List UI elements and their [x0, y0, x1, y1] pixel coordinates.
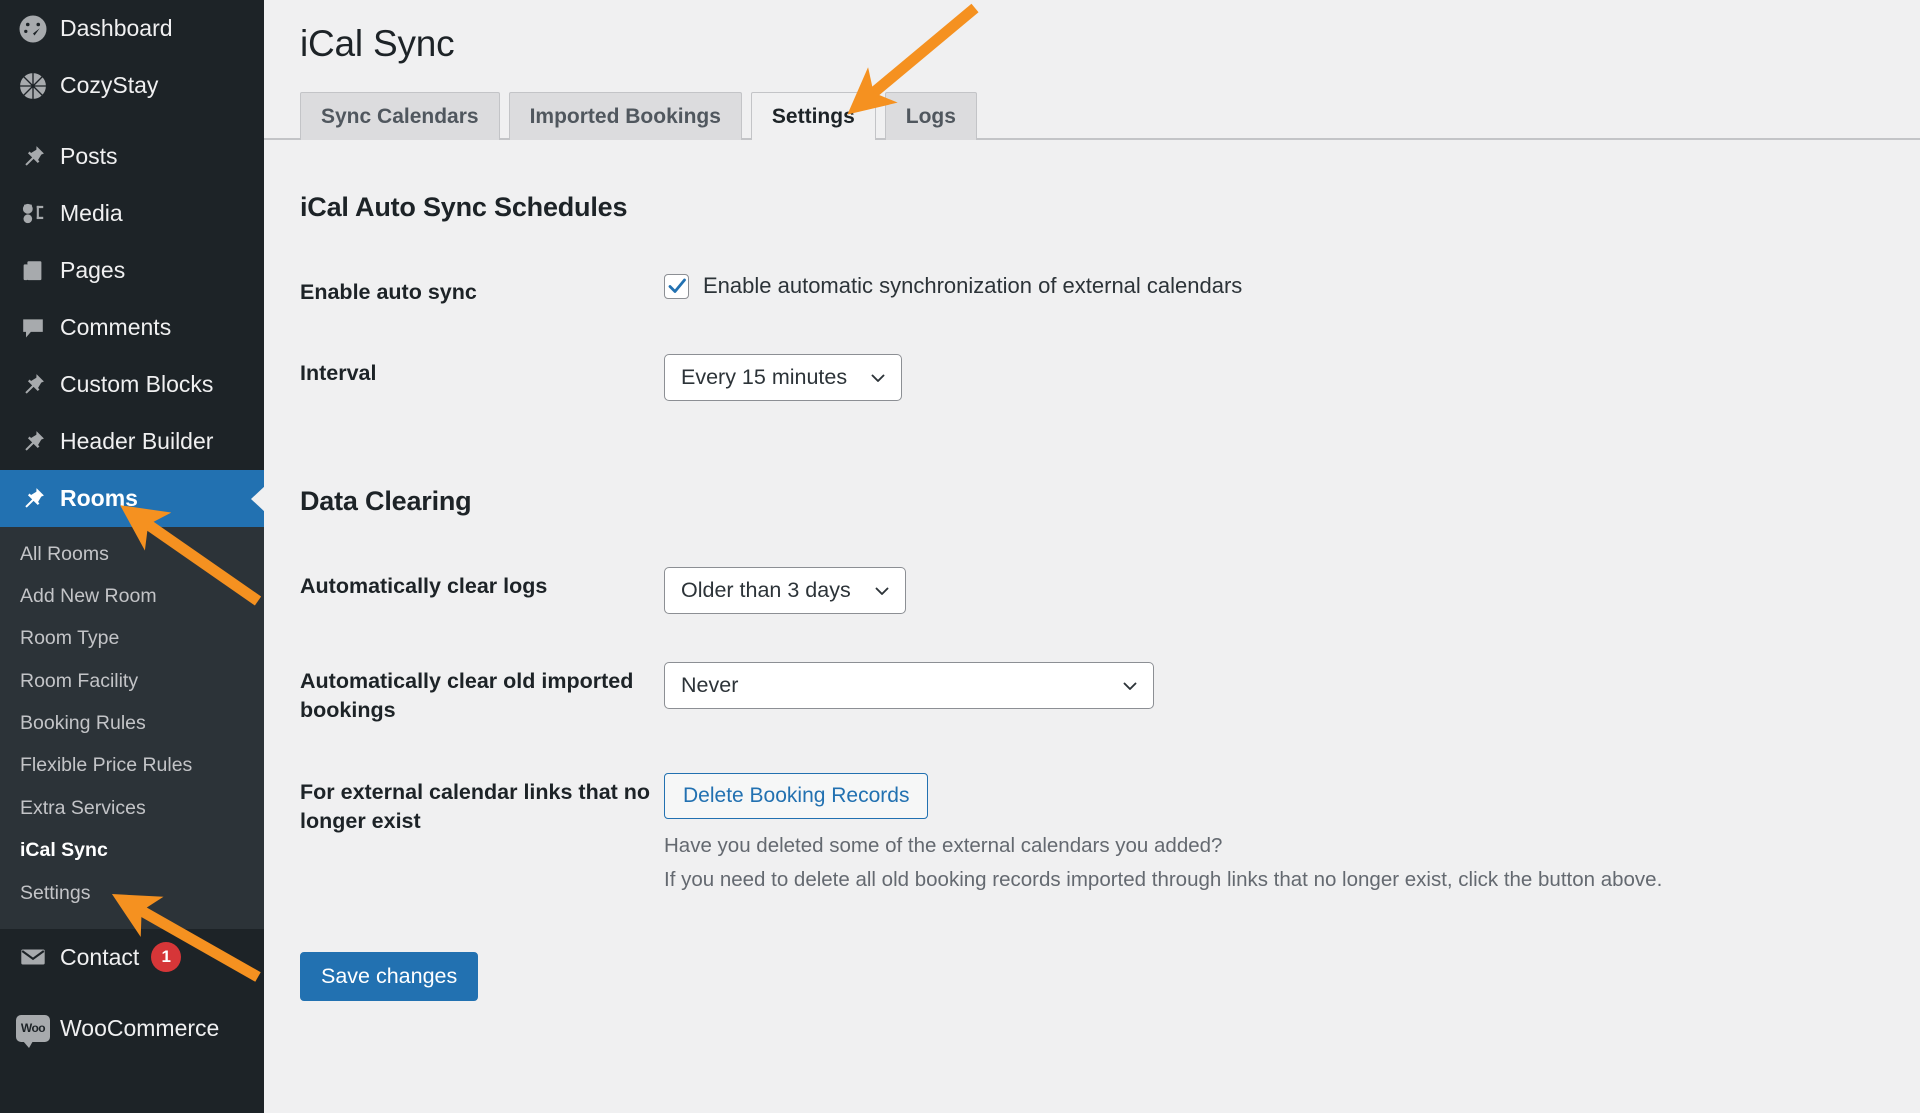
sidebar-item-header-builder[interactable]: Header Builder [0, 413, 264, 470]
sidebar-item-settings[interactable]: Settings [0, 872, 264, 914]
clear-logs-select-value: Older than 3 days [681, 578, 851, 603]
sidebar-item-label: WooCommerce [60, 1014, 220, 1041]
control-interval: Every 15 minutes [664, 354, 1920, 402]
admin-screen: Dashboard CozyStay Posts Media Pages Com… [0, 0, 1920, 1113]
help-text-line-2: If you need to delete all old booking re… [664, 867, 1663, 891]
check-icon [668, 278, 686, 293]
label-external-links: For external calendar links that no long… [300, 780, 651, 834]
pin-icon [12, 428, 54, 456]
tab-settings[interactable]: Settings [750, 92, 876, 143]
tabs-container: Sync Calendars Imported Bookings Setting… [264, 92, 1920, 143]
sidebar-item-all-rooms[interactable]: All Rooms [0, 533, 264, 575]
label-clear-bookings: Automatically clear old imported booking… [300, 669, 634, 723]
sidebar-item-label: CozyStay [60, 72, 159, 98]
field-row-external-links: For external calendar links that no long… [300, 773, 1920, 893]
sidebar-item-posts[interactable]: Posts [0, 128, 264, 185]
pin-icon [12, 143, 54, 171]
sidebar-item-pages[interactable]: Pages [0, 242, 264, 299]
current-menu-pointer [251, 485, 264, 512]
sidebar-item-media[interactable]: Media [0, 185, 264, 242]
sidebar-item-label: Contact [60, 943, 140, 970]
comments-icon [12, 314, 54, 342]
sidebar-item-contact[interactable]: Contact 1 [0, 929, 264, 986]
sidebar-item-label: Dashboard [60, 15, 173, 41]
label-enable-auto-sync: Enable auto sync [300, 280, 477, 305]
sidebar-item-woocommerce[interactable]: Woo WooCommerce [0, 1000, 264, 1057]
mail-icon [12, 942, 54, 972]
control-clear-logs: Older than 3 days [664, 567, 1920, 615]
help-text-line-1: Have you deleted some of the external ca… [664, 834, 1223, 858]
save-changes-button[interactable]: Save changes [300, 951, 479, 1001]
control-external-links: Delete Booking Records Have you deleted … [664, 773, 1920, 893]
enable-auto-sync-checkbox-label[interactable]: Enable automatic synchronization of exte… [703, 273, 1242, 299]
sidebar-item-flexible-price-rules[interactable]: Flexible Price Rules [0, 745, 264, 787]
section-title-auto-sync: iCal Auto Sync Schedules [300, 192, 628, 223]
footer-actions: Save changes [300, 951, 1920, 1001]
tab-logs[interactable]: Logs [884, 92, 977, 141]
sidebar-item-label: Pages [60, 257, 126, 283]
tab-imported-bookings[interactable]: Imported Bookings [508, 92, 742, 141]
tab-bar: Sync Calendars Imported Bookings Setting… [300, 92, 1920, 143]
sidebar-item-booking-rules[interactable]: Booking Rules [0, 703, 264, 745]
sidebar-item-extra-services[interactable]: Extra Services [0, 787, 264, 829]
field-row-clear-bookings: Automatically clear old imported booking… [300, 662, 1920, 725]
sidebar-item-ical-sync[interactable]: iCal Sync [0, 830, 264, 872]
section-title-data-clearing: Data Clearing [300, 486, 472, 517]
status-badge: 1 [151, 942, 182, 973]
chevron-down-icon [867, 367, 889, 389]
chevron-down-icon [1119, 675, 1141, 697]
control-enable-auto-sync: Enable automatic synchronization of exte… [664, 273, 1920, 299]
pin-icon [12, 485, 54, 513]
rooms-submenu: All Rooms Add New Room Room Type Room Fa… [0, 527, 264, 929]
sidebar-item-cozystay[interactable]: CozyStay [0, 57, 264, 114]
sidebar-divider [0, 114, 264, 128]
dashboard-icon [12, 14, 54, 44]
sidebar-item-room-type[interactable]: Room Type [0, 618, 264, 660]
sidebar-item-comments[interactable]: Comments [0, 299, 264, 356]
pin-icon [12, 371, 54, 399]
control-clear-bookings: Never [664, 662, 1920, 710]
checkbox-line-auto-sync: Enable automatic synchronization of exte… [664, 273, 1920, 299]
cozystay-icon [12, 71, 54, 101]
media-icon [12, 200, 54, 228]
field-row-enable-auto-sync: Enable auto sync Enable automatic synchr… [300, 273, 1920, 307]
sidebar-item-custom-blocks[interactable]: Custom Blocks [0, 356, 264, 413]
sidebar-item-dashboard[interactable]: Dashboard [0, 0, 264, 57]
woocommerce-icon: Woo [12, 1014, 54, 1048]
delete-booking-records-button[interactable]: Delete Booking Records [664, 773, 929, 820]
interval-select[interactable]: Every 15 minutes [664, 354, 903, 402]
sidebar-item-label: Posts [60, 143, 118, 169]
label-clear-logs: Automatically clear logs [300, 574, 548, 599]
chevron-down-icon [871, 580, 893, 602]
sidebar-item-rooms[interactable]: Rooms [0, 470, 264, 527]
tab-sync-calendars[interactable]: Sync Calendars [300, 92, 500, 141]
clear-bookings-select-value: Never [681, 673, 739, 698]
sidebar-divider-2 [0, 986, 264, 1000]
enable-auto-sync-checkbox[interactable] [664, 273, 689, 299]
sidebar-item-label: Header Builder [60, 428, 214, 454]
interval-select-value: Every 15 minutes [681, 365, 848, 390]
field-row-clear-logs: Automatically clear logs Older than 3 da… [300, 567, 1920, 615]
sidebar-item-label: Custom Blocks [60, 371, 214, 397]
sidebar-item-label: Rooms [60, 485, 138, 511]
sidebar-item-add-new-room[interactable]: Add New Room [0, 575, 264, 617]
sidebar-item-label: Comments [60, 314, 172, 340]
clear-bookings-select[interactable]: Never [664, 662, 1154, 710]
pages-icon [12, 257, 54, 285]
page-title: iCal Sync [300, 23, 455, 64]
clear-logs-select[interactable]: Older than 3 days [664, 567, 906, 615]
field-row-interval: Interval Every 15 minutes [300, 354, 1920, 402]
label-interval: Interval [300, 361, 377, 386]
main-content: iCal Sync Sync Calendars Imported Bookin… [264, 0, 1920, 1113]
woo-glyph: Woo [16, 1014, 50, 1048]
sidebar-item-room-facility[interactable]: Room Facility [0, 660, 264, 702]
admin-sidebar: Dashboard CozyStay Posts Media Pages Com… [0, 0, 264, 1113]
sidebar-item-label: Media [60, 200, 123, 226]
